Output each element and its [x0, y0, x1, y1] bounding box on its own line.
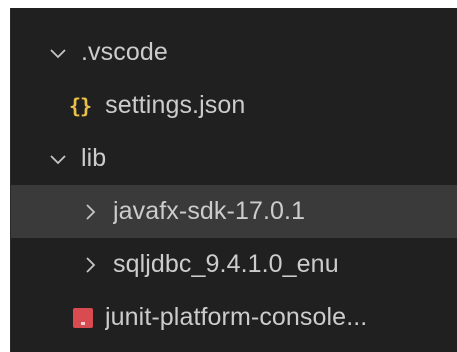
json-braces-icon: {}: [69, 93, 92, 118]
tree-item-label: javafx-sdk-17.0.1: [113, 197, 306, 225]
tree-item-junit-jar[interactable]: junit-platform-console...: [11, 291, 457, 344]
tree-item-label: settings.json: [105, 91, 246, 119]
tree-item-label: sqljdbc_9.4.1.0_enu: [113, 250, 339, 278]
chevron-right-icon: [79, 254, 101, 276]
tree-item-label: junit-platform-console...: [105, 303, 368, 331]
tree-item-label: .vscode: [81, 38, 168, 66]
explorer-panel: .vscode {} settings.json lib javafx-sdk-…: [10, 8, 457, 352]
tree-item-javafx-sdk-folder[interactable]: javafx-sdk-17.0.1: [11, 185, 457, 238]
chevron-down-icon: [47, 148, 69, 170]
tree-item-lib-folder[interactable]: lib: [11, 132, 457, 185]
tree-item-settings-json[interactable]: {} settings.json: [11, 79, 457, 132]
chevron-right-icon: [79, 201, 101, 223]
jar-file-icon: [73, 307, 93, 328]
file-tree: .vscode {} settings.json lib javafx-sdk-…: [11, 26, 457, 344]
tree-item-sqljdbc-folder[interactable]: sqljdbc_9.4.1.0_enu: [11, 238, 457, 291]
chevron-down-icon: [47, 42, 69, 64]
tree-item-vscode-folder[interactable]: .vscode: [11, 26, 457, 79]
tree-item-label: lib: [81, 144, 107, 172]
